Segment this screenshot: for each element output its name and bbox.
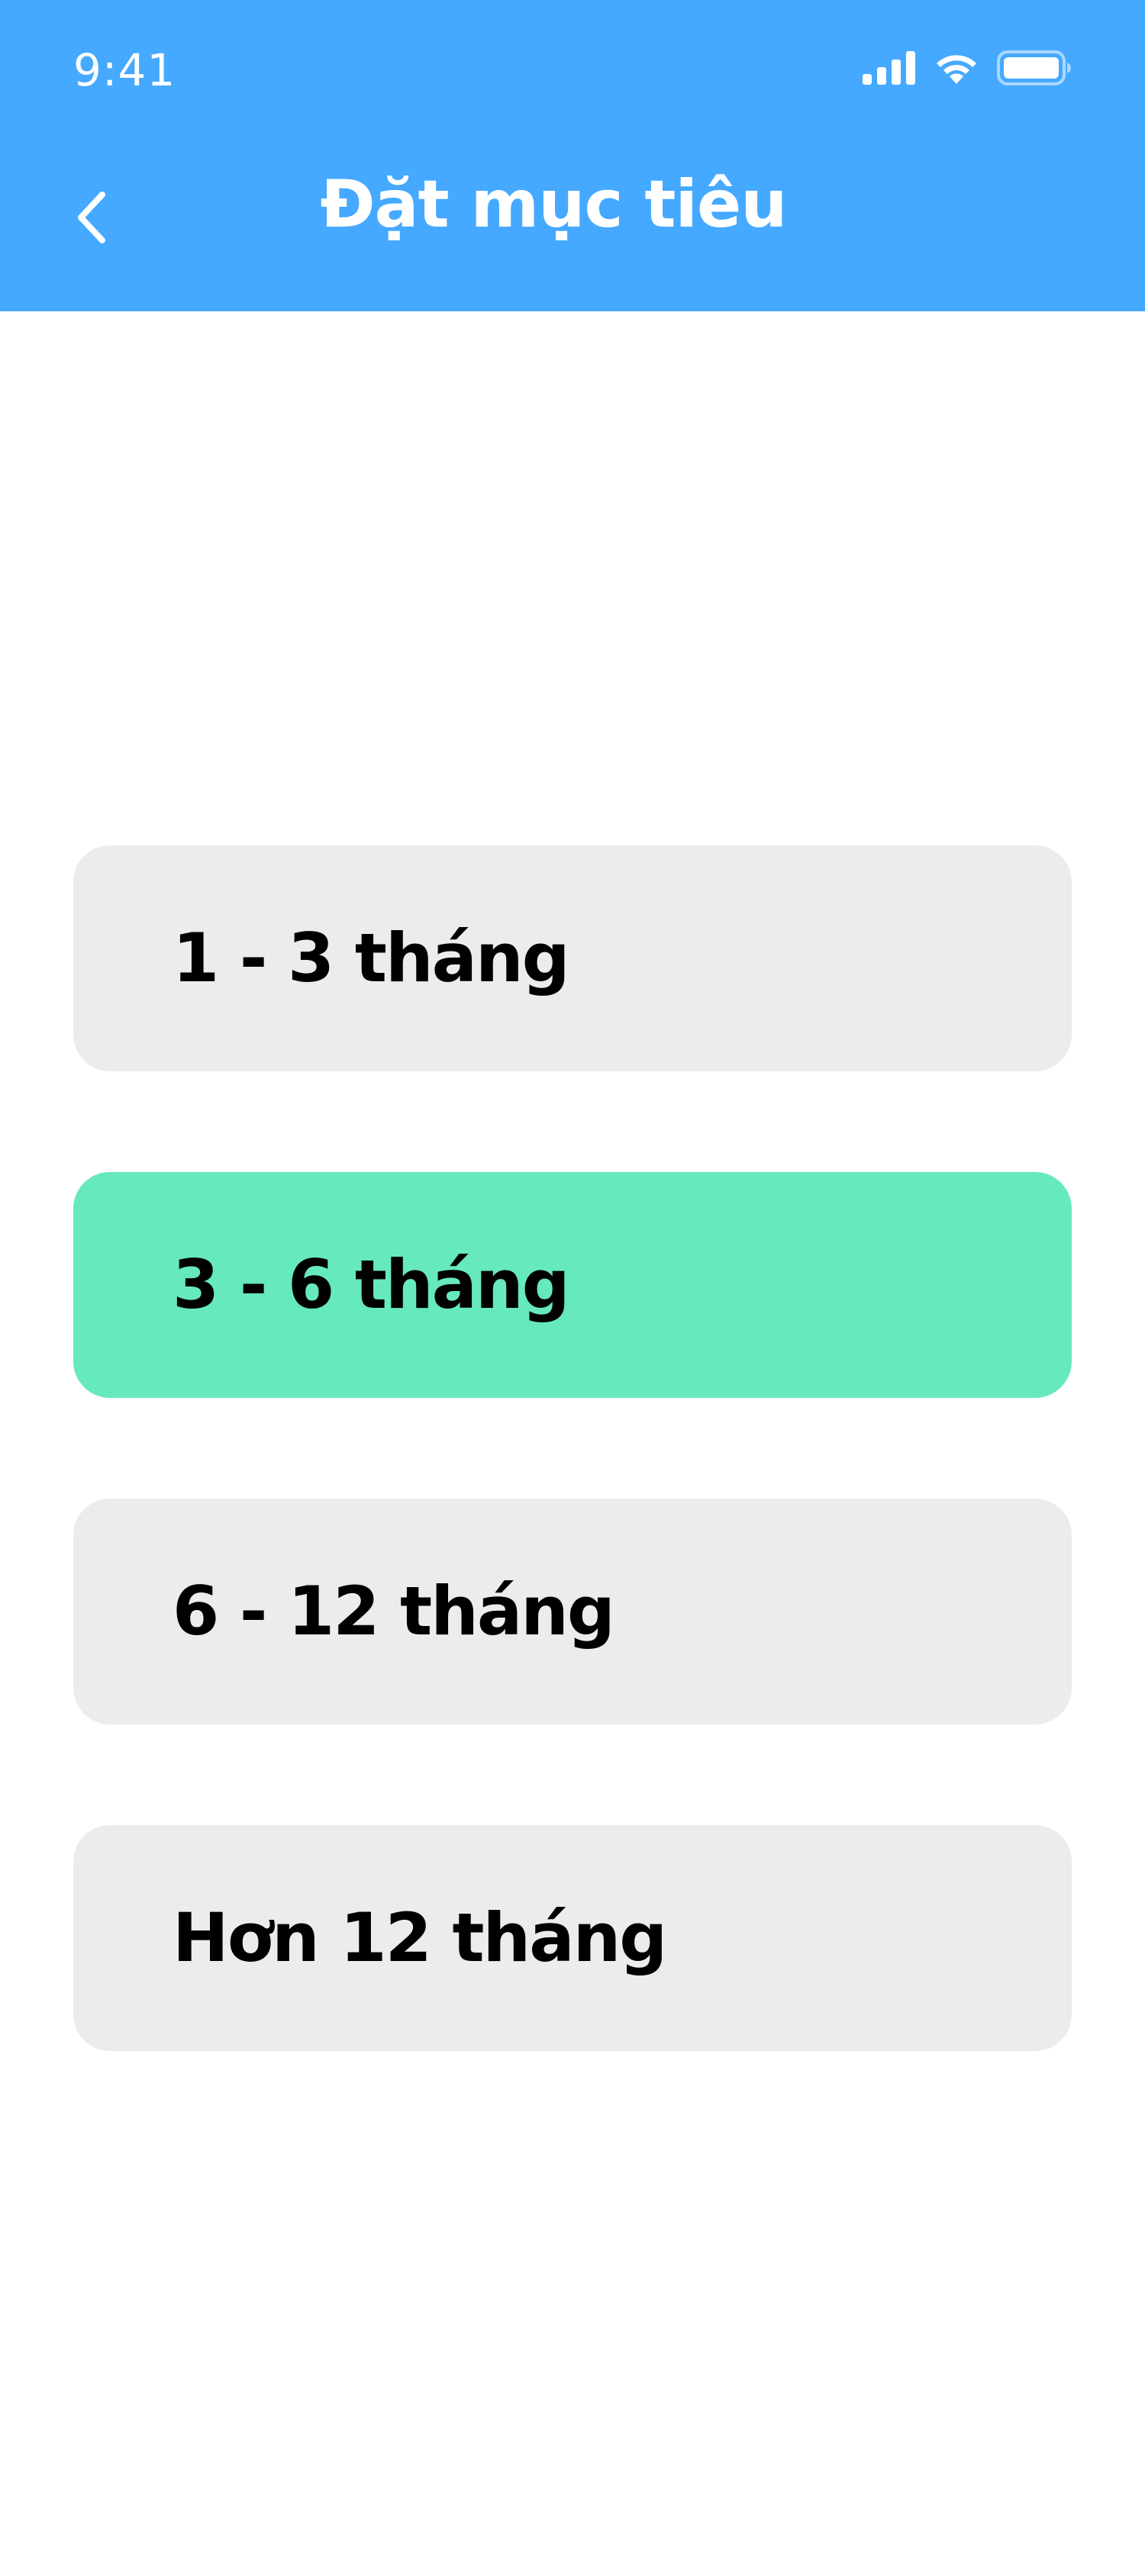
status-time: 9:41 (73, 44, 176, 96)
wifi-icon (937, 55, 976, 84)
page-title: Đặt mục tiêu (320, 166, 787, 243)
app-header: 9:41 Đặt mục tiêu (0, 0, 1145, 311)
option-label: 6 - 12 tháng (173, 1572, 615, 1650)
goal-options-list: 1 - 3 tháng 3 - 6 tháng 6 - 12 tháng Hơn… (73, 845, 1072, 2152)
cellular-signal-icon (863, 51, 915, 85)
option-label: Hơn 12 tháng (173, 1898, 667, 1977)
option-6-12-months[interactable]: 6 - 12 tháng (73, 1499, 1072, 1724)
option-more-than-12-months[interactable]: Hơn 12 tháng (73, 1825, 1072, 2051)
option-label: 1 - 3 tháng (173, 919, 570, 997)
option-1-3-months[interactable]: 1 - 3 tháng (73, 845, 1072, 1071)
battery-icon (997, 50, 1071, 85)
option-label: 3 - 6 tháng (173, 1245, 570, 1324)
status-icons (863, 50, 1072, 85)
option-3-6-months[interactable]: 3 - 6 tháng (73, 1172, 1072, 1398)
